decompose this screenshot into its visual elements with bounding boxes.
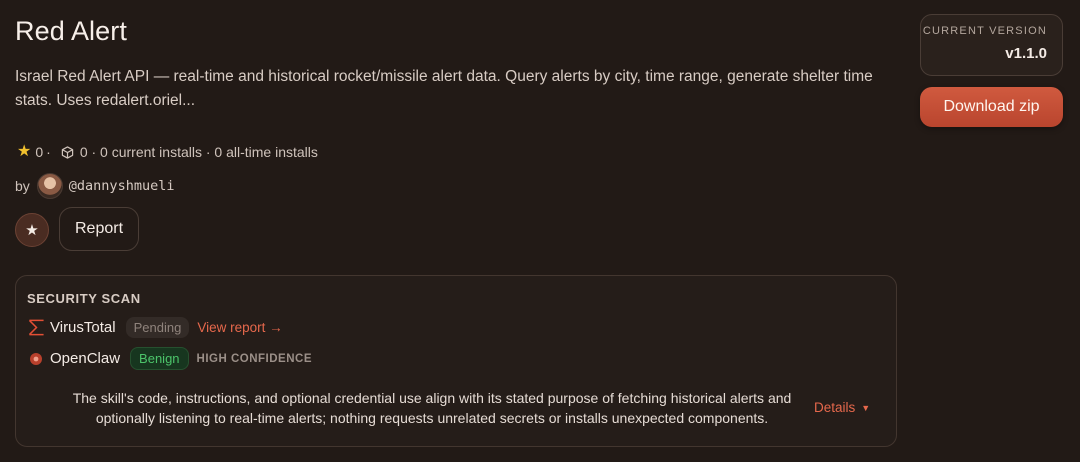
details-toggle[interactable]: Details ▼ bbox=[814, 400, 870, 415]
virustotal-icon bbox=[27, 319, 45, 337]
download-zip-button[interactable]: Download zip bbox=[920, 87, 1063, 127]
version-label: CURRENT VERSION bbox=[922, 25, 1047, 37]
skill-description: Israel Red Alert API — real-time and his… bbox=[15, 68, 873, 109]
star-icon: ★ bbox=[17, 143, 32, 160]
details-label: Details bbox=[814, 400, 856, 415]
star-button-icon: ★ bbox=[25, 222, 39, 239]
skill-page: Red Alert Israel Red Alert API — real-ti… bbox=[0, 0, 1080, 462]
openclaw-icon bbox=[27, 350, 45, 368]
virustotal-status-badge: Pending bbox=[125, 317, 190, 338]
author-handle[interactable]: @dannyshmueli bbox=[69, 178, 175, 194]
confidence-label: HIGH CONFIDENCE bbox=[196, 352, 313, 365]
stats-separator: · bbox=[46, 144, 51, 160]
skill-stats: ★ 0 · 0 · 0 current installs · 0 all-tim… bbox=[17, 143, 318, 161]
report-button[interactable]: Report bbox=[59, 207, 139, 251]
virustotal-name: VirusTotal bbox=[50, 319, 116, 336]
install-counts: 0 · 0 current installs · 0 all-time inst… bbox=[79, 144, 318, 160]
by-label: by bbox=[15, 178, 30, 194]
view-report-link[interactable]: View report → bbox=[197, 320, 282, 335]
star-button[interactable]: ★ bbox=[15, 213, 49, 247]
security-scan-title: SECURITY SCAN bbox=[27, 291, 141, 306]
author-byline: by @dannyshmueli bbox=[15, 173, 174, 199]
version-card: CURRENT VERSION v1.1.0 bbox=[920, 14, 1063, 76]
version-value: v1.1.0 bbox=[1005, 45, 1047, 62]
scan-summary: The skill's code, instructions, and opti… bbox=[72, 390, 792, 426]
security-scan-panel: SECURITY SCAN VirusTotal Pending View re… bbox=[15, 275, 897, 447]
avatar[interactable] bbox=[36, 173, 63, 199]
chevron-down-icon: ▼ bbox=[861, 402, 871, 413]
openclaw-name: OpenClaw bbox=[50, 350, 121, 367]
package-icon bbox=[61, 145, 74, 159]
page-title: Red Alert bbox=[15, 16, 127, 46]
virustotal-row: VirusTotal Pending View report → bbox=[27, 317, 283, 338]
openclaw-status-badge: Benign bbox=[130, 347, 189, 370]
star-count: 0 bbox=[35, 144, 44, 160]
openclaw-row: OpenClaw Benign HIGH CONFIDENCE bbox=[27, 347, 312, 370]
